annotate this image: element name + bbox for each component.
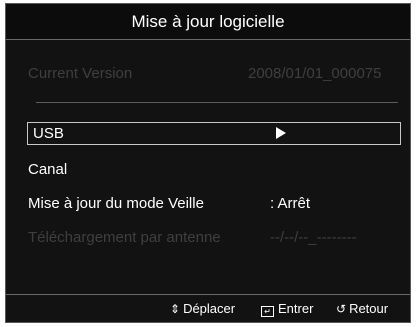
return-hint-label: Retour	[349, 301, 389, 316]
usb-menu-item[interactable]: USB	[27, 122, 401, 145]
return-icon: ↺	[336, 302, 347, 316]
standby-update-menu-item[interactable]: Mise à jour du mode Veille	[28, 195, 204, 212]
menu-title: Mise à jour logicielle	[6, 4, 410, 40]
current-version-value: 2008/01/01_000075	[248, 65, 382, 82]
right-arrow-icon	[276, 127, 286, 139]
enter-hint: ↵ Entrer	[261, 301, 314, 317]
enter-hint-label: Entrer	[278, 301, 314, 316]
antenna-download-menu-item: Téléchargement par antenne	[28, 229, 221, 246]
move-hint-label: Déplacer	[183, 301, 236, 316]
move-hint: ⇕ Déplacer	[170, 301, 235, 316]
usb-label: USB	[33, 125, 64, 142]
standby-update-value: : Arrêt	[270, 195, 311, 212]
divider	[36, 102, 398, 103]
footer-hints: ⇕ Déplacer ↵ Entrer ↺ Retour	[6, 295, 410, 322]
enter-icon: ↵	[261, 306, 274, 317]
up-down-icon: ⇕	[170, 302, 181, 316]
return-hint: ↺ Retour	[336, 301, 388, 316]
current-version-label: Current Version	[28, 65, 133, 82]
antenna-download-value: --/--/--_--------	[270, 229, 357, 246]
canal-menu-item[interactable]: Canal	[28, 161, 67, 178]
software-update-menu: Mise à jour logicielle Current Version 2…	[5, 3, 411, 323]
